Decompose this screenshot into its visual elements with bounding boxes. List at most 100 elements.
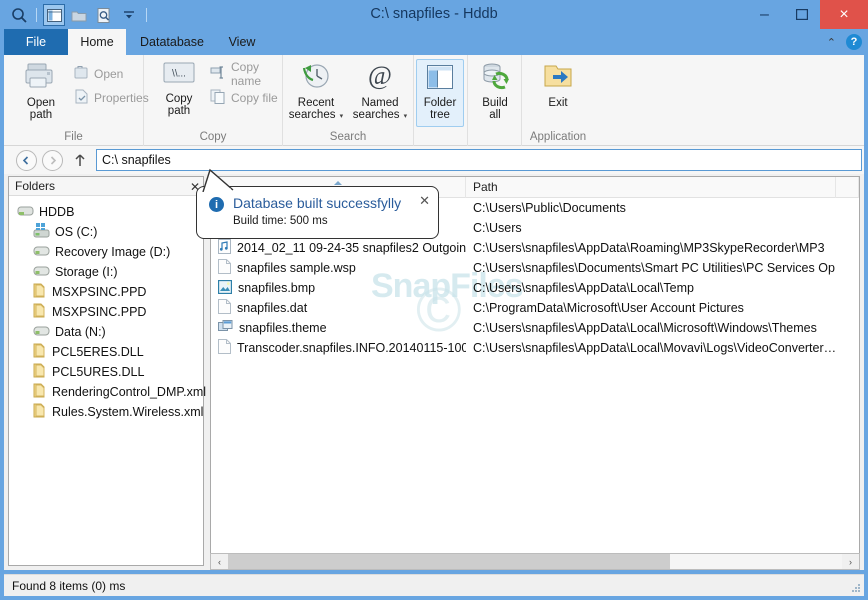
table-row[interactable]: snapfiles.dat C:\ProgramData\Microsoft\U… xyxy=(211,298,859,318)
customize-qat-icon[interactable] xyxy=(118,4,140,26)
tree-item-rules-system-wireless-xml[interactable]: Rules.System.Wireless.xml xyxy=(9,402,203,422)
tree-item-pcl5eres-dll[interactable]: PCL5ERES.DLL xyxy=(9,342,203,362)
ribbon-tab-strip: File Home Datatabase View ⌃ ? xyxy=(4,29,864,55)
file-path-cell: C:\Users\snapfiles\Documents\Smart PC Ut… xyxy=(473,261,836,275)
tree-item-data-n[interactable]: Data (N:) xyxy=(9,322,203,342)
audio-file-icon xyxy=(218,239,231,257)
printer-folder-icon xyxy=(24,61,58,95)
file-name-cell: Transcoder.snapfiles.INFO.20140115-100… xyxy=(211,339,466,357)
properties-label: Properties xyxy=(94,91,149,105)
help-icon[interactable]: ? xyxy=(846,34,862,50)
copy-file-label: Copy file xyxy=(231,91,278,105)
tree-item-label: MSXPSINC.PPD xyxy=(52,285,147,299)
open-folder-icon[interactable] xyxy=(68,4,90,26)
ribbon-group-file-label: File xyxy=(64,131,83,143)
info-icon: i xyxy=(209,197,224,212)
tab-view[interactable]: View xyxy=(216,29,268,55)
recent-searches-button[interactable]: Recent searches ▾ xyxy=(285,61,347,124)
file-path-cell: C:\Users\snapfiles\AppData\Local\Temp xyxy=(473,281,694,295)
maximize-button[interactable] xyxy=(783,0,820,29)
copy-file-button[interactable]: Copy file xyxy=(210,87,278,109)
folder-icon xyxy=(33,363,47,381)
theme-file-icon xyxy=(218,319,233,337)
drive-icon xyxy=(33,265,50,280)
table-row[interactable]: snapfiles.bmp C:\Users\snapfiles\AppData… xyxy=(211,278,859,298)
tree-item-msxpsinc-ppd-2[interactable]: MSXPSINC.PPD xyxy=(9,302,203,322)
copy-name-button[interactable]: Copy name xyxy=(210,60,282,88)
build-all-button[interactable]: Build all xyxy=(468,61,522,122)
exit-label: Exit xyxy=(548,96,568,109)
properties-icon xyxy=(74,89,89,107)
scroll-left-button[interactable]: ‹ xyxy=(211,554,228,569)
ribbon-group-search: Recent searches ▾ @ Named searches ▾ Sea… xyxy=(283,55,414,146)
find-file-icon[interactable] xyxy=(93,4,115,26)
column-header-extra[interactable] xyxy=(836,177,859,198)
folder-tree-toggle-icon[interactable] xyxy=(43,4,65,26)
resize-grip[interactable] xyxy=(851,583,861,593)
ribbon-group-build: Build all xyxy=(468,55,522,146)
table-row[interactable]: snapfiles.theme C:\Users\snapfiles\AppDa… xyxy=(211,318,859,338)
close-button[interactable]: × xyxy=(820,0,868,29)
tab-home[interactable]: Home xyxy=(68,29,126,55)
chevron-down-icon[interactable]: ▾ xyxy=(340,113,344,120)
tree-item-label: PCL5ERES.DLL xyxy=(52,345,144,359)
open-button[interactable]: Open xyxy=(74,63,123,85)
build-all-label-1: Build xyxy=(482,96,508,109)
chevron-down-icon-2[interactable]: ▾ xyxy=(404,113,408,120)
ribbon-group-application-label: Application xyxy=(529,131,587,143)
horizontal-scrollbar[interactable]: ‹ › xyxy=(210,553,860,570)
generic-file-icon xyxy=(218,339,231,357)
ribbon-group-file: Open path Open Properties File xyxy=(4,55,149,146)
build-all-icon xyxy=(479,61,511,95)
copy-path-button[interactable]: \\... Copy path xyxy=(148,61,210,118)
scroll-right-button[interactable]: › xyxy=(842,554,859,569)
table-row[interactable]: Transcoder.snapfiles.INFO.20140115-100… … xyxy=(211,338,859,358)
forward-button[interactable] xyxy=(42,150,63,171)
tree-item-os-c[interactable]: OS (C:) xyxy=(9,222,203,242)
status-text: Found 8 items (0) ms xyxy=(12,579,126,593)
column-header-path[interactable]: Path xyxy=(466,177,836,198)
tree-item-hddb[interactable]: HDDB xyxy=(9,202,203,222)
tab-datatabase[interactable]: Datatabase xyxy=(130,29,214,55)
tree-item-label: Data (N:) xyxy=(55,325,106,339)
drive-icon xyxy=(33,325,50,340)
notification-subtitle: Build time: 500 ms xyxy=(233,215,328,227)
file-name-cell: snapfiles.dat xyxy=(211,299,466,317)
tab-file[interactable]: File xyxy=(4,29,68,55)
folder-icon xyxy=(33,403,47,421)
up-button[interactable] xyxy=(70,151,90,169)
ribbon-group-search-label: Search xyxy=(329,131,367,143)
named-searches-button[interactable]: @ Named searches ▾ xyxy=(349,61,411,124)
table-row[interactable]: 2014_02_11 09-24-35 snapfiles2 Outgoin… … xyxy=(211,238,859,258)
open-path-label-1: Open xyxy=(26,96,56,109)
folder-tree-button[interactable]: Folder tree xyxy=(416,59,464,127)
folders-pane: Folders ✕ HDDB OS (C:) Recovery Image (D… xyxy=(8,176,206,566)
tree-item-storage-i[interactable]: Storage (I:) xyxy=(9,262,203,282)
properties-button[interactable]: Properties xyxy=(74,87,149,109)
back-button[interactable] xyxy=(16,150,37,171)
scrollbar-thumb[interactable] xyxy=(228,554,671,569)
collapse-ribbon-icon[interactable]: ⌃ xyxy=(827,36,836,49)
file-path-cell: C:\Users\snapfiles\AppData\Roaming\MP3Sk… xyxy=(473,241,825,255)
exit-button[interactable]: Exit xyxy=(527,61,589,109)
tree-item-pcl5ures-dll[interactable]: PCL5URES.DLL xyxy=(9,362,203,382)
table-row[interactable]: snapfiles sample.wsp C:\Users\snapfiles\… xyxy=(211,258,859,278)
tree-item-msxpsinc-ppd-1[interactable]: MSXPSINC.PPD xyxy=(9,282,203,302)
folder-icon xyxy=(33,303,47,321)
folder-icon xyxy=(33,343,47,361)
scrollbar-track[interactable] xyxy=(228,554,842,569)
copy-file-icon xyxy=(210,89,226,107)
open-path-button[interactable]: Open path xyxy=(10,61,72,122)
ribbon-group-copy-label: Copy xyxy=(199,131,227,143)
build-all-label-2: all xyxy=(489,109,501,121)
tree-item-recovery-image-d[interactable]: Recovery Image (D:) xyxy=(9,242,203,262)
copy-path-label-1: Copy xyxy=(165,92,193,105)
address-bar: C:\ snapfiles xyxy=(4,146,864,174)
minimize-button[interactable]: – xyxy=(746,0,783,29)
tree-item-renderingcontrol-dmp-xml[interactable]: RenderingControl_DMP.xml xyxy=(9,382,206,402)
file-path-cell: C:\Users\snapfiles\AppData\Local\Movavi\… xyxy=(473,341,836,355)
search-icon[interactable] xyxy=(8,4,30,26)
generic-file-icon xyxy=(218,259,231,277)
close-icon[interactable]: ✕ xyxy=(419,193,430,209)
svg-text:@: @ xyxy=(368,61,392,90)
